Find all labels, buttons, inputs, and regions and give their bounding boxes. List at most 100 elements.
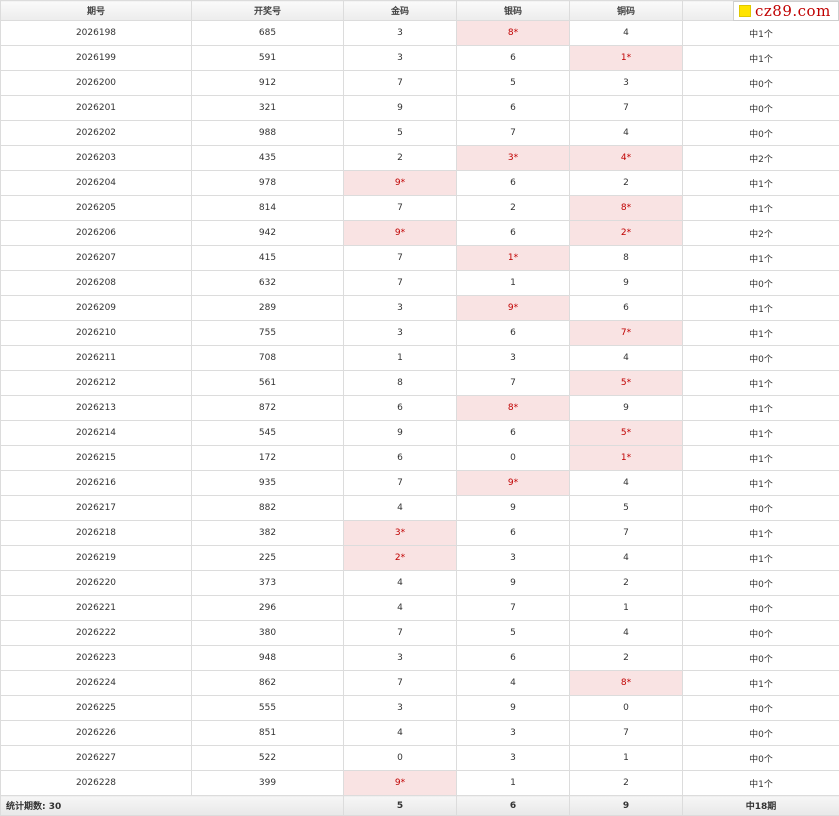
cell-draw-number: 814 (192, 196, 344, 221)
cell-draw-number: 978 (192, 171, 344, 196)
table-row: 2026210755367*中1个 (1, 321, 839, 346)
cell-result: 中0个 (683, 96, 839, 121)
cell-silver: 8* (457, 396, 570, 421)
cell-gold: 7 (344, 471, 457, 496)
cell-silver: 1* (457, 246, 570, 271)
cell-bronze: 4 (570, 621, 683, 646)
table-row: 2026215172601*中1个 (1, 446, 839, 471)
table-row: 20262049789*62中1个 (1, 171, 839, 196)
cell-draw-number: 555 (192, 696, 344, 721)
cell-gold: 3 (344, 321, 457, 346)
cell-gold: 2* (344, 546, 457, 571)
cell-draw-number: 522 (192, 746, 344, 771)
header-silver[interactable]: 银码 (457, 1, 570, 21)
cell-draw-number: 988 (192, 121, 344, 146)
cell-silver: 8* (457, 21, 570, 46)
cell-gold: 1 (344, 346, 457, 371)
header-gold[interactable]: 金码 (344, 1, 457, 21)
cell-bronze: 1 (570, 746, 683, 771)
cell-period: 2026198 (1, 21, 192, 46)
cell-result: 中1个 (683, 671, 839, 696)
cell-gold: 7 (344, 271, 457, 296)
cell-bronze: 1* (570, 446, 683, 471)
cell-draw-number: 545 (192, 421, 344, 446)
table-row: 2026200912753中0个 (1, 71, 839, 96)
cell-bronze: 5* (570, 421, 683, 446)
cell-draw-number: 942 (192, 221, 344, 246)
cell-period: 2026205 (1, 196, 192, 221)
table-row: 2026226851437中0个 (1, 721, 839, 746)
cell-bronze: 0 (570, 696, 683, 721)
cell-period: 2026219 (1, 546, 192, 571)
cell-result: 中0个 (683, 271, 839, 296)
cell-draw-number: 912 (192, 71, 344, 96)
table-row: 2026224862748*中1个 (1, 671, 839, 696)
cell-period: 2026223 (1, 646, 192, 671)
cell-period: 2026202 (1, 121, 192, 146)
header-draw-number[interactable]: 开奖号 (192, 1, 344, 21)
site-logo[interactable]: cz89.com (733, 1, 839, 21)
cell-bronze: 3 (570, 71, 683, 96)
cell-result: 中1个 (683, 446, 839, 471)
table-row: 2026214545965*中1个 (1, 421, 839, 446)
table-row: 2026211708134中0个 (1, 346, 839, 371)
table-row: 20262283999*12中1个 (1, 771, 839, 796)
table-row: 2026201321967中0个 (1, 96, 839, 121)
table-row: 2026222380754中0个 (1, 621, 839, 646)
logo-square-icon (739, 5, 751, 17)
cell-bronze: 9 (570, 396, 683, 421)
cell-draw-number: 435 (192, 146, 344, 171)
header-bronze[interactable]: 铜码 (570, 1, 683, 21)
cell-draw-number: 289 (192, 296, 344, 321)
cell-period: 2026222 (1, 621, 192, 646)
cell-bronze: 1* (570, 46, 683, 71)
cell-draw-number: 380 (192, 621, 344, 646)
cell-silver: 6 (457, 46, 570, 71)
cell-period: 2026221 (1, 596, 192, 621)
cell-result: 中0个 (683, 571, 839, 596)
cell-result: 中0个 (683, 696, 839, 721)
cell-silver: 5 (457, 621, 570, 646)
cell-period: 2026213 (1, 396, 192, 421)
cell-bronze: 8 (570, 246, 683, 271)
cell-gold: 4 (344, 721, 457, 746)
cell-gold: 9* (344, 221, 457, 246)
cell-period: 2026227 (1, 746, 192, 771)
header-period[interactable]: 期号 (1, 1, 192, 21)
cell-silver: 1 (457, 771, 570, 796)
cell-result: 中1个 (683, 246, 839, 271)
cell-bronze: 4 (570, 546, 683, 571)
table-row: 202620343523*4*中2个 (1, 146, 839, 171)
cell-gold: 9* (344, 171, 457, 196)
cell-silver: 0 (457, 446, 570, 471)
cell-bronze: 2 (570, 771, 683, 796)
cell-period: 2026216 (1, 471, 192, 496)
cell-gold: 9 (344, 96, 457, 121)
cell-gold: 4 (344, 571, 457, 596)
cell-period: 2026212 (1, 371, 192, 396)
cell-bronze: 2 (570, 171, 683, 196)
cell-bronze: 4 (570, 471, 683, 496)
table-row: 202620741571*8中1个 (1, 246, 839, 271)
cell-gold: 9 (344, 421, 457, 446)
cell-bronze: 4 (570, 21, 683, 46)
cell-period: 2026209 (1, 296, 192, 321)
cell-period: 2026211 (1, 346, 192, 371)
cell-silver: 3* (457, 146, 570, 171)
cell-draw-number: 373 (192, 571, 344, 596)
cell-silver: 5 (457, 71, 570, 96)
table-row: 2026227522031中0个 (1, 746, 839, 771)
cell-bronze: 5 (570, 496, 683, 521)
summary-gold-hits: 5 (344, 796, 457, 816)
cell-bronze: 7* (570, 321, 683, 346)
cell-period: 2026217 (1, 496, 192, 521)
cell-gold: 5 (344, 121, 457, 146)
cell-draw-number: 382 (192, 521, 344, 546)
table-row: 202619868538*4中1个 (1, 21, 839, 46)
cell-period: 2026226 (1, 721, 192, 746)
cell-period: 2026218 (1, 521, 192, 546)
cell-result: 中0个 (683, 646, 839, 671)
cell-draw-number: 415 (192, 246, 344, 271)
cell-period: 2026206 (1, 221, 192, 246)
cell-result: 中2个 (683, 146, 839, 171)
